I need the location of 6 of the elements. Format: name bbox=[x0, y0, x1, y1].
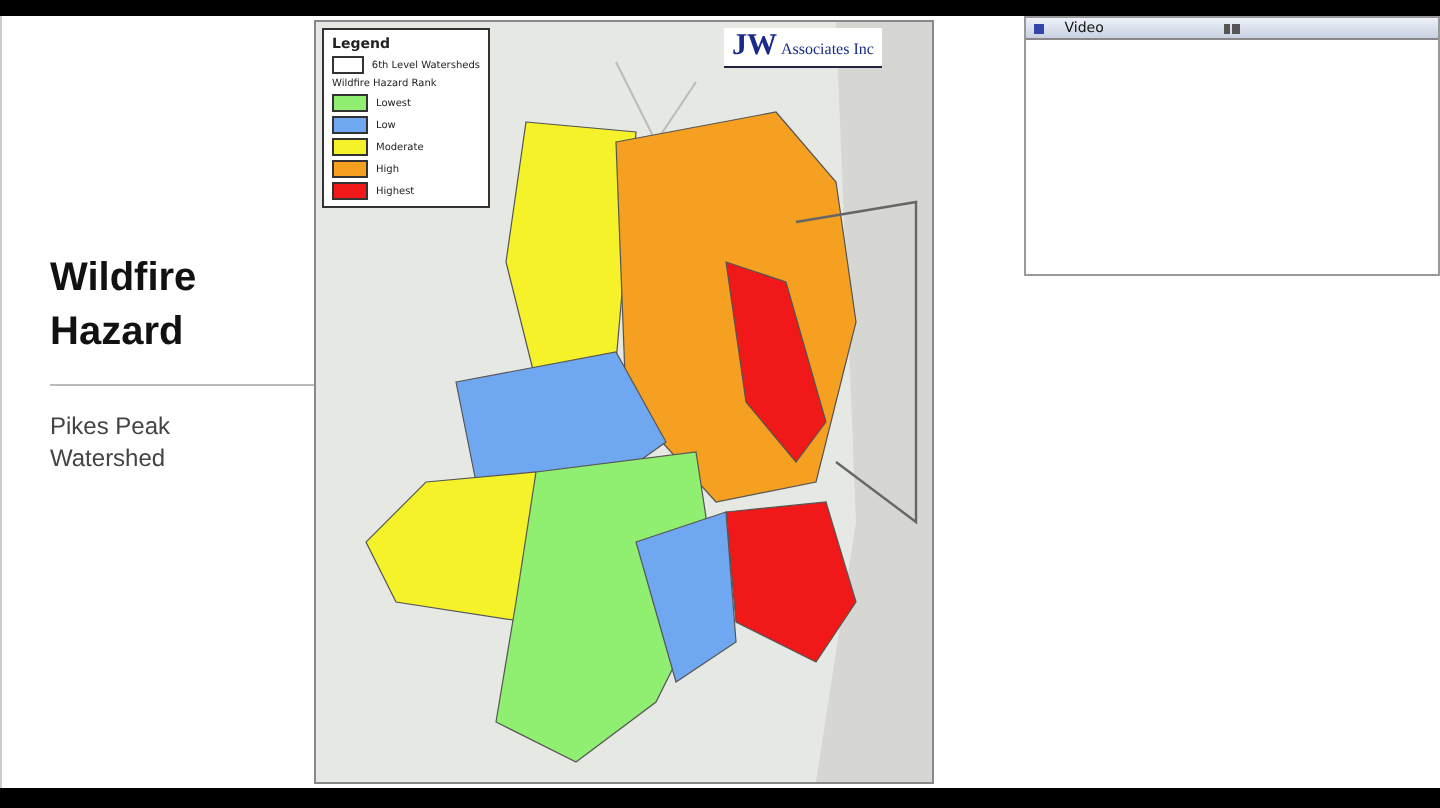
layout-icon[interactable] bbox=[1223, 23, 1240, 33]
slide-title: Wildfire Hazard bbox=[48, 253, 199, 357]
company-logo: JW Associates Inc bbox=[724, 28, 882, 68]
panel-icon bbox=[1034, 23, 1045, 33]
slide-subtitle: Pikes Peak Watershed bbox=[48, 409, 173, 473]
boundary-swatch bbox=[332, 56, 364, 74]
